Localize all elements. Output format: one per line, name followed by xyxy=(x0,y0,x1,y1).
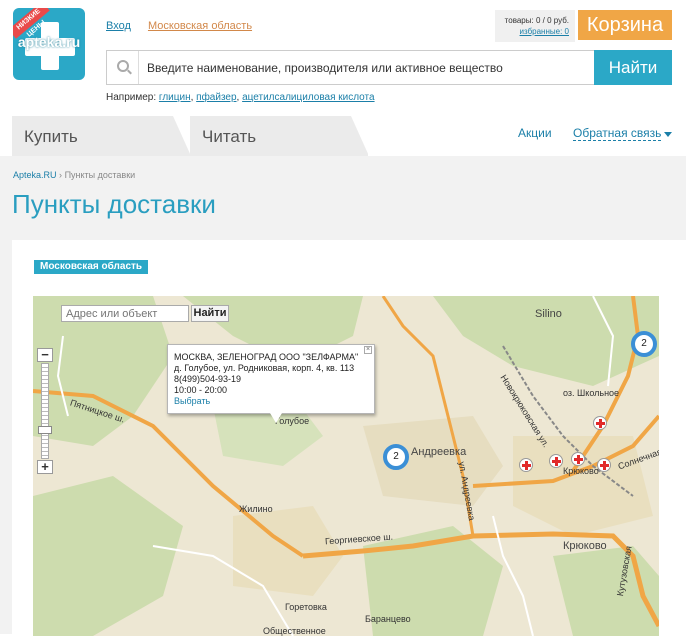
feedback-label: Обратная связь xyxy=(573,126,662,140)
delivery-map[interactable]: Найти − + Silino Андреевка Голубое Жилин… xyxy=(33,296,659,636)
tab-read[interactable]: Читать xyxy=(190,116,369,156)
cart-button[interactable]: Корзина xyxy=(578,10,672,40)
map-label: Жилино xyxy=(239,504,273,514)
map-panel: Московская область Адрес или объект Найт… xyxy=(12,240,686,636)
zoom-in-button[interactable]: + xyxy=(37,460,53,474)
search-icon xyxy=(117,60,129,72)
cart-summary: товары: 0 / 0 руб. избранные: 0 xyxy=(495,10,575,42)
map-label: Silino xyxy=(535,308,562,320)
zoom-slider[interactable] xyxy=(41,363,49,459)
map-search-input[interactable] xyxy=(61,305,189,322)
search-button[interactable]: Найти xyxy=(594,50,672,85)
map-label: Крюково xyxy=(563,466,599,476)
feedback-dropdown[interactable]: Обратная связь xyxy=(573,126,672,141)
balloon-tail xyxy=(270,413,282,423)
search-input[interactable] xyxy=(147,51,587,84)
top-links: Вход Московская область xyxy=(106,20,266,32)
favorites-link[interactable]: избранные: 0 xyxy=(495,26,569,37)
balloon-address: д. Голубое, ул. Родниковая, корп. 4, кв.… xyxy=(174,363,355,373)
site-header: НИЗКИЕ ЦЕНЫ apteka.ru Вход Московская об… xyxy=(0,0,686,116)
zoom-slider-thumb[interactable] xyxy=(38,426,52,434)
balloon-title: МОСКВА, ЗЕЛЕНОГРАД ООО "ЗЕЛФАРМА" xyxy=(174,352,359,362)
map-search-button[interactable]: Найти xyxy=(191,305,229,322)
tab-buy[interactable]: Купить xyxy=(12,116,191,156)
apteka-logo[interactable]: НИЗКИЕ ЦЕНЫ apteka.ru xyxy=(13,8,85,80)
main-nav: Купить Читать Акции Обратная связь xyxy=(0,116,686,156)
pharmacy-marker[interactable] xyxy=(597,458,611,472)
pharmacy-marker[interactable] xyxy=(593,416,607,430)
map-label: Общественное xyxy=(263,626,326,636)
breadcrumb-current: Пункты доставки xyxy=(64,170,136,180)
search-bar xyxy=(106,50,594,85)
region-tag[interactable]: Московская область xyxy=(34,260,149,274)
search-divider xyxy=(138,51,139,84)
cart-summary-text: товары: 0 / 0 руб. xyxy=(504,16,569,25)
search-examples: Например: глицин, пфайзер, ацетилсалицил… xyxy=(106,92,375,103)
cluster-marker[interactable]: 2 xyxy=(383,444,409,470)
chevron-down-icon xyxy=(664,132,672,137)
breadcrumb-home[interactable]: Apteka.RU xyxy=(13,170,57,180)
logo-text: apteka.ru xyxy=(17,34,81,50)
map-label: Горетовка xyxy=(285,602,327,612)
sales-link[interactable]: Акции xyxy=(518,126,552,140)
balloon-phone: 8(499)504-93-19 xyxy=(174,374,242,384)
main-content: Apteka.RU › Пункты доставки Пункты доста… xyxy=(0,156,686,636)
select-link[interactable]: Выбрать xyxy=(174,396,210,406)
breadcrumb-separator: › xyxy=(59,170,63,180)
balloon-hours: 10:00 - 20:00 xyxy=(174,385,228,395)
zoom-out-button[interactable]: − xyxy=(37,348,53,362)
cluster-marker[interactable]: 2 xyxy=(631,331,657,357)
examples-prefix: Например: xyxy=(106,92,157,103)
pharmacy-marker[interactable] xyxy=(519,458,533,472)
example-link[interactable]: глицин xyxy=(159,92,191,103)
login-link[interactable]: Вход xyxy=(106,20,131,32)
page-title: Пункты доставки xyxy=(12,189,216,219)
zoom-control: − + xyxy=(37,348,53,474)
map-label: Баранцево xyxy=(365,614,411,624)
map-label: Андреевка xyxy=(411,446,467,458)
breadcrumb: Apteka.RU › Пункты доставки xyxy=(13,170,135,180)
pharmacy-balloon: × МОСКВА, ЗЕЛЕНОГРАД ООО "ЗЕЛФАРМА" д. Г… xyxy=(167,344,375,423)
map-label: Крюково xyxy=(563,540,607,552)
example-link[interactable]: ацетилсалициловая кислота xyxy=(242,92,374,103)
map-label: оз. Школьное xyxy=(563,388,620,398)
example-link[interactable]: пфайзер xyxy=(196,92,236,103)
close-icon[interactable]: × xyxy=(364,346,372,354)
pharmacy-marker[interactable] xyxy=(549,454,563,468)
region-link[interactable]: Московская область xyxy=(148,20,252,32)
pharmacy-marker[interactable] xyxy=(571,452,585,466)
